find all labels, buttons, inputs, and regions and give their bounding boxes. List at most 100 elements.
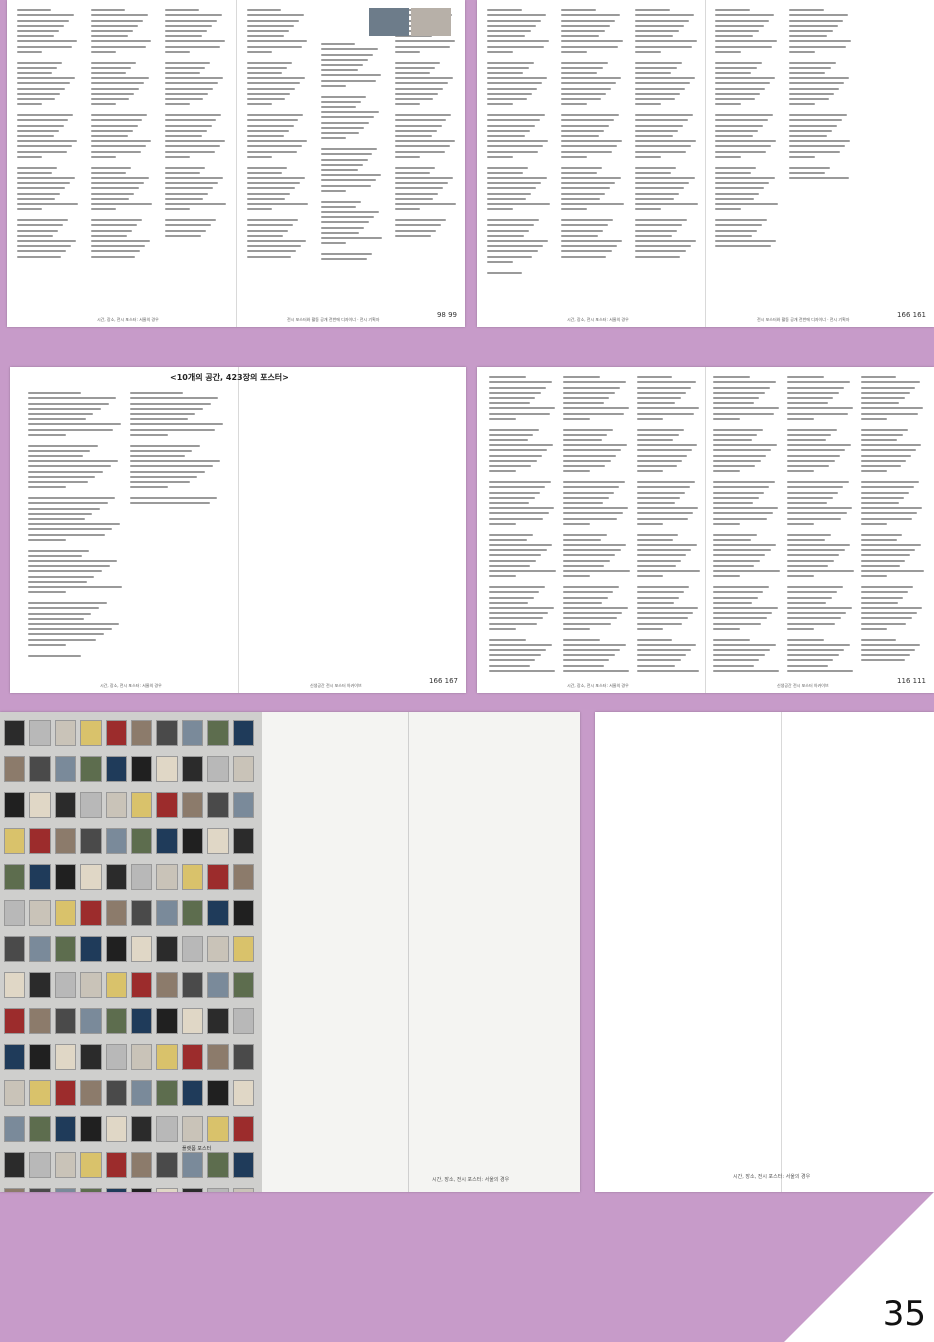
poster-thumbnail [130,720,153,746]
text-line [635,40,698,43]
text-line [637,627,663,630]
text-line [247,87,296,90]
list-column [861,373,925,665]
text-line [635,124,683,127]
running-footer: 시간, 장소, 전시 포스터: 서울의 경우 [567,683,629,688]
text-line [787,391,839,394]
text-line [489,459,537,462]
running-footer: 전시 포스터와 활동 공개 전반에 디자이너 · 전시 기획자 [287,317,380,322]
text-line [637,428,684,431]
text-line [563,538,602,541]
text-line [395,219,446,222]
text-line [635,255,681,258]
text-line [635,134,673,137]
text-line [715,145,772,148]
text-line [637,601,675,604]
poster-thumbnail [4,900,26,926]
poster-thumbnail [29,864,51,890]
text-line [787,439,826,442]
text-line [635,182,690,185]
poster-thumbnail [80,1116,102,1142]
text-line [165,119,217,122]
poster-thumbnail [54,1008,77,1034]
text-line [635,234,673,237]
poster-thumbnail [130,864,153,890]
text-line [715,239,776,242]
text-line [861,412,918,415]
text-line [395,82,449,85]
text-line [321,74,382,77]
text-line [713,549,771,552]
text-line [487,29,531,32]
text-line [489,439,528,442]
text-line [91,77,150,80]
text-line [165,187,213,190]
text-line [321,106,357,109]
text-line [321,95,367,98]
text-line [91,103,116,106]
text-line [635,24,684,27]
text-line [561,203,624,205]
text-line [861,433,903,436]
text-line [713,522,741,525]
text-line [715,66,757,69]
text-line [487,250,538,253]
text-line [17,192,60,195]
poster-thumbnail [80,1188,102,1192]
text-line [165,9,200,12]
text-line [635,239,696,242]
text-line [489,454,543,457]
running-footer: 시간, 장소, 전시 포스터: 서울의 경우 [97,317,159,322]
text-line [130,407,203,410]
text-line [637,638,673,641]
text-line [28,570,102,573]
text-line [395,150,445,153]
text-line [789,155,815,158]
text-line [17,40,78,43]
text-line [635,98,675,100]
poster-thumbnail [232,1044,254,1070]
text-line [713,454,767,457]
text-line [487,87,537,90]
text-line [561,166,602,169]
text-line [563,428,613,431]
text-line [130,402,211,405]
text-line [165,134,202,137]
text-line [635,171,671,174]
poster-thumbnail [54,936,77,962]
text-line [487,14,546,17]
text-line [635,224,683,227]
poster-thumbnail [156,1080,178,1106]
poster-thumbnail [156,1116,178,1142]
text-line [17,182,70,185]
text-line [130,455,185,458]
text-line [247,192,290,195]
text-line [789,45,846,48]
text-line [561,72,598,75]
text-line [489,533,533,536]
text-line [91,82,145,85]
poster-thumbnail [232,1152,254,1178]
text-line [91,229,132,232]
gutter [781,712,782,1192]
text-line [635,187,685,190]
text-line [635,9,671,12]
page-folio: 166 167 [429,677,458,685]
text-line [28,470,103,473]
poster-thumbnail [207,792,229,818]
text-line [787,554,840,557]
text-line [561,208,587,211]
text-line [489,627,517,630]
text-line [91,224,137,227]
text-line [635,197,675,200]
text-line [28,549,90,552]
text-line [637,512,694,515]
poster-thumbnail [29,1044,51,1070]
text-line [28,612,92,615]
poster-thumbnail [54,1188,77,1192]
text-line [130,433,169,436]
text-line [789,29,833,32]
text-line [489,659,536,662]
text-line [395,66,436,69]
text-line [487,166,528,169]
